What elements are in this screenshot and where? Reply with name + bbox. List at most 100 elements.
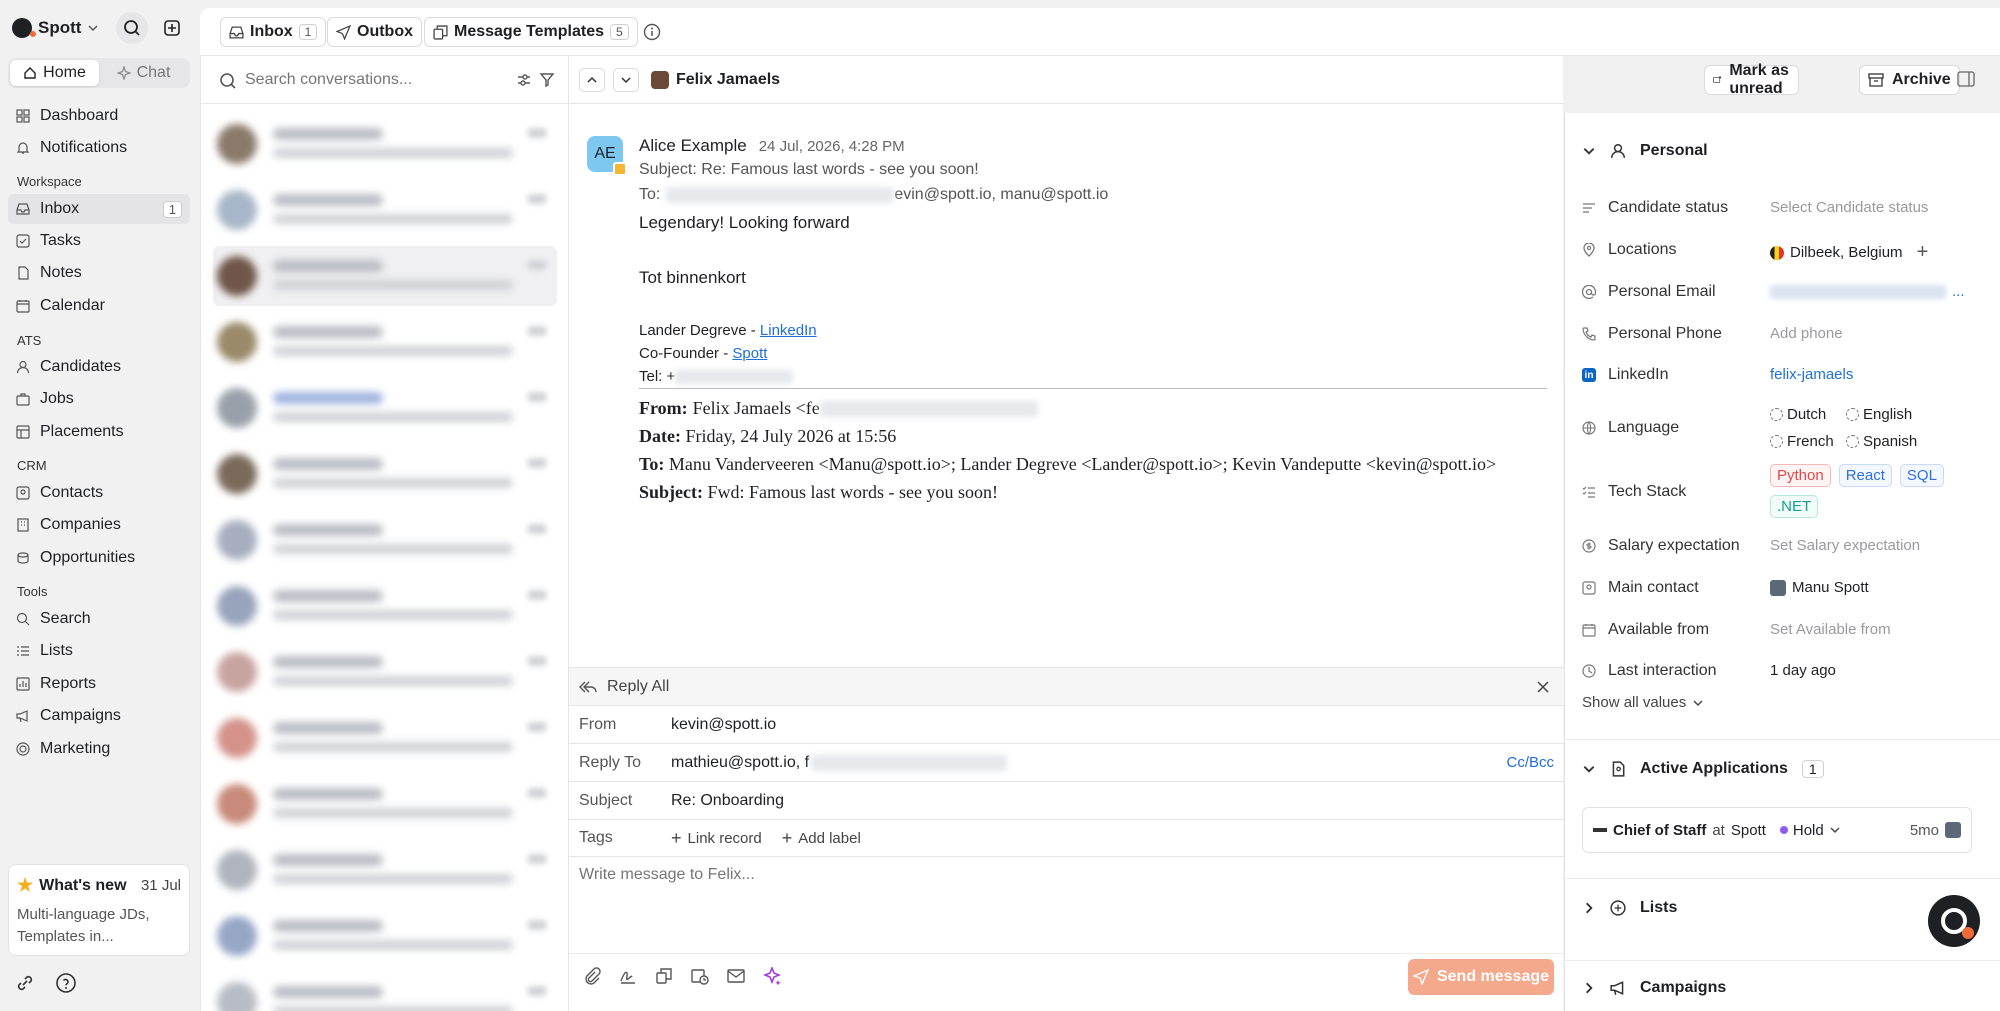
section-lists-header[interactable]: Lists: [1582, 899, 1677, 917]
linkedin-link[interactable]: LinkedIn: [760, 322, 817, 339]
sender-name[interactable]: Alice Example: [639, 136, 747, 156]
reply-tags-row: Tags + Link record + Add label: [569, 819, 1564, 857]
sidebar-item-placements[interactable]: Placements: [8, 417, 190, 447]
sidebar-item-dashboard[interactable]: Dashboard: [8, 101, 190, 131]
list-item[interactable]: [213, 312, 557, 372]
sidebar-item-campaigns[interactable]: Campaigns: [8, 701, 190, 731]
show-all-values-button[interactable]: Show all values: [1582, 694, 1704, 711]
sidebar-item-reports[interactable]: Reports: [8, 669, 190, 699]
add-phone-input[interactable]: Add phone: [1770, 325, 1843, 342]
tab-inbox[interactable]: Inbox 1: [220, 17, 327, 47]
sliders-icon[interactable]: [516, 72, 532, 88]
sidebar-item-contacts[interactable]: Contacts: [8, 478, 190, 508]
subject-input[interactable]: Re: Onboarding: [671, 792, 784, 810]
add-label-button[interactable]: + Add label: [782, 828, 861, 849]
list-item[interactable]: [213, 840, 557, 900]
list-item[interactable]: [213, 708, 557, 768]
application-status-select[interactable]: Hold: [1779, 822, 1841, 839]
chat-support-launcher[interactable]: [1928, 895, 1980, 947]
salary-input[interactable]: Set Salary expectation: [1770, 537, 1920, 554]
chat-tab[interactable]: Chat: [99, 60, 188, 86]
list-item[interactable]: [213, 114, 557, 174]
signature-icon[interactable]: [619, 967, 637, 985]
next-thread-button[interactable]: [613, 68, 639, 92]
linkedin-link[interactable]: felix-jamaels: [1770, 366, 1853, 383]
mail-unread-icon: [1713, 76, 1722, 83]
section-personal-header[interactable]: Personal: [1582, 142, 1708, 160]
filter-icon[interactable]: [539, 72, 555, 88]
mail-icon[interactable]: [727, 967, 745, 985]
close-icon[interactable]: [1536, 680, 1550, 694]
list-item[interactable]: [213, 774, 557, 834]
new-item-button[interactable]: [156, 12, 188, 44]
sidebar-item-notifications[interactable]: Notifications: [8, 133, 190, 163]
sidebar-item-jobs[interactable]: Jobs: [8, 384, 190, 414]
list-item[interactable]: [213, 180, 557, 240]
ai-sparkle-icon[interactable]: [763, 967, 781, 985]
global-search-button[interactable]: [116, 12, 148, 44]
previous-thread-button[interactable]: [579, 68, 605, 92]
whats-new-card[interactable]: ★ What's new 31 Jul Multi-language JDs, …: [8, 864, 190, 956]
list-item[interactable]: [213, 906, 557, 966]
info-button[interactable]: [643, 23, 661, 41]
archive-button[interactable]: Archive: [1859, 65, 1960, 95]
search-conversations-input[interactable]: [245, 66, 485, 94]
language-option-spanish[interactable]: Spanish: [1846, 433, 1936, 450]
main-contact-value[interactable]: Manu Spott: [1770, 579, 1869, 596]
list-item[interactable]: [213, 444, 557, 504]
sidebar-item-tasks[interactable]: Tasks: [8, 226, 190, 256]
section-active-applications-header[interactable]: Active Applications 1: [1582, 760, 1824, 778]
mark-as-unread-button[interactable]: Mark as unread: [1704, 62, 1800, 97]
sidebar-item-notes[interactable]: Notes: [8, 258, 190, 288]
sidebar-item-candidates[interactable]: Candidates: [8, 352, 190, 382]
toggle-sidepanel-button[interactable]: [1957, 70, 1975, 88]
language-option-french[interactable]: French: [1770, 433, 1840, 450]
personal-email-value[interactable]: ...: [1770, 283, 1965, 300]
tab-label: Message Templates: [454, 23, 604, 40]
list-item[interactable]: [213, 246, 557, 306]
list-item[interactable]: [213, 510, 557, 570]
sidebar-item-search[interactable]: Search: [8, 604, 190, 634]
candidate-status-select[interactable]: Select Candidate status: [1770, 199, 1928, 216]
company-link[interactable]: Spott: [732, 345, 767, 362]
sidebar-item-inbox[interactable]: Inbox 1: [8, 194, 190, 224]
send-message-button[interactable]: Send message: [1408, 959, 1554, 995]
workspace-switcher[interactable]: Spott: [12, 16, 99, 40]
chip-dotnet[interactable]: .NET: [1770, 495, 1819, 518]
home-tab[interactable]: Home: [10, 60, 99, 86]
copy-icon[interactable]: [655, 967, 673, 985]
sidebar-item-opportunities[interactable]: Opportunities: [8, 543, 190, 573]
tab-outbox[interactable]: Outbox: [327, 17, 422, 47]
chip-sql[interactable]: SQL: [1899, 464, 1944, 487]
add-location-icon[interactable]: +: [1917, 241, 1929, 264]
location-value[interactable]: Dilbeek, Belgium +: [1770, 241, 1928, 264]
help-button[interactable]: [55, 972, 77, 994]
copy-link-button[interactable]: [14, 972, 36, 994]
language-option-dutch[interactable]: Dutch: [1770, 406, 1840, 423]
from-select[interactable]: kevin@spott.io: [671, 716, 776, 734]
chip-react[interactable]: React: [1838, 464, 1892, 487]
section-campaigns-header[interactable]: Campaigns: [1582, 979, 1726, 997]
brand-dot-icon: [1962, 927, 1974, 939]
list-item[interactable]: [213, 972, 557, 1011]
thread-contact-name[interactable]: Felix Jamaels: [676, 71, 780, 89]
cc-bcc-button[interactable]: Cc/Bcc: [1506, 754, 1554, 771]
section-title-crm: CRM: [17, 458, 47, 473]
sidebar-item-calendar[interactable]: Calendar: [8, 291, 190, 321]
tab-message-templates[interactable]: Message Templates 5: [424, 17, 638, 47]
available-from-input[interactable]: Set Available from: [1770, 621, 1891, 638]
list-item[interactable]: [213, 642, 557, 702]
chip-python[interactable]: Python: [1770, 464, 1831, 487]
link-record-button[interactable]: + Link record: [671, 828, 762, 849]
paperclip-icon[interactable]: [583, 967, 601, 985]
reply-to-input[interactable]: mathieu@spott.io, f: [671, 754, 809, 772]
application-card[interactable]: Chief of Staff at Spott Hold 5mo: [1582, 807, 1972, 853]
list-item[interactable]: [213, 576, 557, 636]
list-item[interactable]: [213, 378, 557, 438]
reply-mode-label[interactable]: Reply All: [607, 678, 669, 696]
language-option-english[interactable]: English: [1846, 406, 1936, 423]
sidebar-item-marketing[interactable]: Marketing: [8, 734, 190, 764]
schedule-icon[interactable]: [691, 967, 709, 985]
sidebar-item-lists[interactable]: Lists: [8, 636, 190, 666]
sidebar-item-companies[interactable]: Companies: [8, 510, 190, 540]
